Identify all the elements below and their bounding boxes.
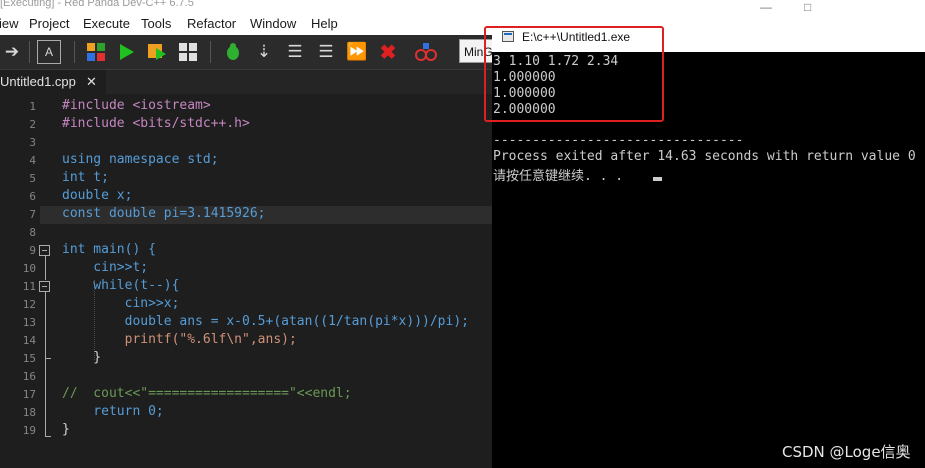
line-number: 5 [29, 172, 36, 185]
line-number: 14 [22, 334, 36, 347]
unindent-icon[interactable]: ☰ [314, 40, 338, 64]
menu-help[interactable]: Help [311, 16, 338, 31]
line-number: 13 [22, 316, 36, 329]
menu-window[interactable]: Window [250, 16, 296, 31]
console-cursor [653, 177, 662, 181]
line-number: 17 [22, 388, 36, 401]
line-number: 16 [22, 370, 36, 383]
line-number: 1 [29, 100, 36, 113]
line-number: 3 [29, 136, 36, 149]
code-line: const double pi=3.1415926; [62, 206, 266, 221]
code-line: return 0; [62, 404, 164, 419]
format-icon[interactable]: A [37, 40, 61, 64]
console-line: -------------------------------- [493, 133, 744, 148]
close-icon[interactable]: ✕ [86, 70, 97, 94]
tab-label: Untitled1.cpp [0, 74, 76, 89]
code-line: cin>>x; [62, 296, 180, 311]
code-line: #include <bits/stdc++.h> [62, 116, 250, 131]
editor-tab-bar: Untitled1.cpp ✕ [0, 70, 492, 94]
code-line: } [62, 350, 102, 365]
step-icon[interactable]: ⇣ [252, 40, 276, 64]
line-number: 7 [29, 208, 36, 221]
tab-untitled1[interactable]: Untitled1.cpp ✕ [0, 70, 106, 94]
code-line: int main() { [62, 242, 156, 257]
toolbar-separator [29, 41, 30, 63]
forward-icon[interactable]: ⏩ [345, 40, 369, 64]
code-line: double x; [62, 188, 133, 203]
menu-view[interactable]: iew [0, 16, 19, 31]
code-line: int t; [62, 170, 109, 185]
code-line: while(t--){ [62, 278, 180, 293]
profile-icon[interactable] [414, 40, 438, 64]
arrow-right-icon[interactable]: ➔ [0, 40, 24, 64]
line-number: 8 [29, 226, 36, 239]
compile-icon[interactable] [84, 40, 108, 64]
run-icon[interactable] [114, 40, 138, 64]
code-line: double ans = x-0.5+(atan((1/tan(pi*x)))/… [62, 314, 469, 329]
line-number: 11 [22, 280, 36, 293]
toolbar-separator [74, 41, 75, 63]
code-line: // cout<<"=================="<<endl; [62, 386, 352, 401]
line-number: 12 [22, 298, 36, 311]
watermark: CSDN @Loge信奥 [782, 443, 911, 461]
console-line: Process exited after 14.63 seconds with … [493, 149, 916, 164]
line-number: 10 [22, 262, 36, 275]
indent-icon[interactable]: ☰ [283, 40, 307, 64]
toolbar-separator [210, 41, 211, 63]
code-line: } [62, 422, 70, 437]
maximize-button[interactable]: □ [804, 0, 811, 14]
line-number: 2 [29, 118, 36, 131]
line-number: 18 [22, 406, 36, 419]
fold-end [45, 358, 51, 359]
window-controls: — □ [740, 0, 925, 22]
line-number: 19 [22, 424, 36, 437]
menu-refactor[interactable]: Refactor [187, 16, 236, 31]
fold-toggle-icon[interactable] [39, 281, 50, 292]
fold-end [45, 436, 51, 437]
minimize-button[interactable]: — [760, 0, 772, 14]
fold-toggle-icon[interactable] [39, 245, 50, 256]
compile-run-icon[interactable] [145, 40, 169, 64]
debug-icon[interactable] [221, 40, 245, 64]
rebuild-icon[interactable] [176, 40, 200, 64]
code-line: #include <iostream> [62, 98, 211, 113]
line-number: 15 [22, 352, 36, 365]
menu-tools[interactable]: Tools [141, 16, 171, 31]
console-window[interactable]: E:\c++\Untitled1.exe 3 1.10 1.72 2.34 1.… [484, 22, 925, 468]
code-editor[interactable]: 1 2 3 4 5 6 7 8 9 10 11 12 13 14 15 16 1… [0, 94, 492, 468]
menu-project[interactable]: Project [29, 16, 69, 31]
menu-execute[interactable]: Execute [83, 16, 130, 31]
fold-line [45, 292, 46, 436]
line-number: 6 [29, 190, 36, 203]
code-line: printf("%.6lf\n",ans); [62, 332, 297, 347]
console-line: 请按任意键继续. . . [493, 169, 624, 184]
highlight-box [484, 26, 664, 122]
stop-icon[interactable]: ✖ [376, 40, 400, 64]
fold-line [45, 256, 46, 280]
code-line: using namespace std; [62, 152, 219, 167]
code-line: cin>>t; [62, 260, 149, 275]
line-number: 4 [29, 154, 36, 167]
line-number: 9 [29, 244, 36, 257]
